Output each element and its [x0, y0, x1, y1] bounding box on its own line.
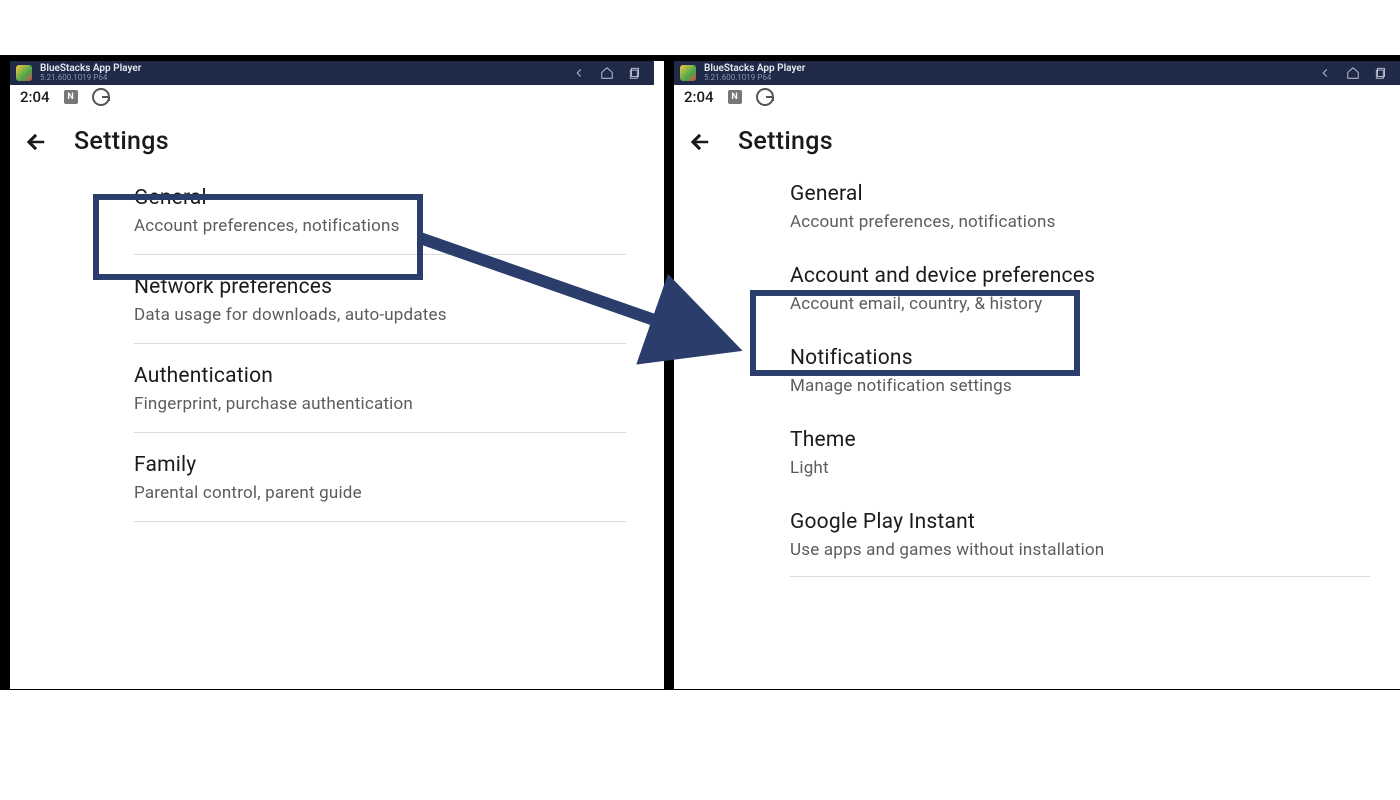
- recents-icon[interactable]: [1374, 66, 1388, 80]
- settings-item-notifications[interactable]: Notifications Manage notification settin…: [790, 330, 1370, 412]
- android-statusbar-left: 2:04 N: [10, 85, 654, 109]
- titlebar-icons: [1318, 66, 1388, 80]
- bottom-border: [0, 689, 1400, 690]
- item-title: Authentication: [134, 364, 626, 388]
- settings-list-left: General Account preferences, notificatio…: [10, 166, 654, 522]
- back-nav-icon[interactable]: [572, 66, 586, 80]
- notification-icon: N: [64, 90, 78, 104]
- titlebar-text: BlueStacks App Player 5.21.600.1019 P64: [40, 64, 141, 82]
- item-title: Google Play Instant: [790, 510, 1370, 534]
- item-subtitle: Parental control, parent guide: [134, 483, 626, 503]
- notification-icon: N: [728, 90, 742, 104]
- settings-item-google-play-instant[interactable]: Google Play Instant Use apps and games w…: [790, 494, 1370, 577]
- right-pane: BlueStacks App Player 5.21.600.1019 P64 …: [664, 61, 1400, 689]
- item-subtitle: Use apps and games without installation: [790, 540, 1370, 560]
- item-subtitle: Account preferences, notifications: [790, 212, 1370, 232]
- item-subtitle: Fingerprint, purchase authentication: [134, 394, 626, 414]
- back-arrow-icon[interactable]: [24, 130, 48, 154]
- item-title: Theme: [790, 428, 1370, 452]
- settings-list-right: General Account preferences, notificatio…: [674, 166, 1400, 577]
- settings-header-left: Settings: [10, 109, 654, 166]
- home-icon[interactable]: [1346, 66, 1360, 80]
- item-title: Account and device preferences: [790, 264, 1370, 288]
- titlebar-icons: [572, 66, 642, 80]
- item-title: General: [790, 182, 1370, 206]
- app-version: 5.21.600.1019 P64: [704, 74, 805, 82]
- titlebar-right: BlueStacks App Player 5.21.600.1019 P64: [674, 61, 1400, 85]
- item-subtitle: Light: [790, 458, 1370, 478]
- google-icon: [92, 88, 110, 106]
- settings-item-family[interactable]: Family Parental control, parent guide: [134, 433, 626, 522]
- android-statusbar-right: 2:04 N: [674, 85, 1400, 109]
- settings-item-network[interactable]: Network preferences Data usage for downl…: [134, 255, 626, 344]
- settings-item-general[interactable]: General Account preferences, notificatio…: [134, 166, 626, 255]
- settings-item-theme[interactable]: Theme Light: [790, 412, 1370, 494]
- item-title: General: [134, 186, 626, 210]
- recents-icon[interactable]: [628, 66, 642, 80]
- item-subtitle: Manage notification settings: [790, 376, 1370, 396]
- page-title: Settings: [74, 127, 169, 156]
- settings-header-right: Settings: [674, 109, 1400, 166]
- item-title: Family: [134, 453, 626, 477]
- item-title: Network preferences: [134, 275, 626, 299]
- settings-item-authentication[interactable]: Authentication Fingerprint, purchase aut…: [134, 344, 626, 433]
- clock: 2:04: [20, 88, 50, 106]
- bluestacks-logo-icon: [680, 65, 696, 81]
- titlebar-text: BlueStacks App Player 5.21.600.1019 P64: [704, 64, 805, 82]
- clock: 2:04: [684, 88, 714, 106]
- pane-divider: [654, 61, 664, 689]
- item-title: Notifications: [790, 346, 1370, 370]
- back-nav-icon[interactable]: [1318, 66, 1332, 80]
- item-subtitle: Account preferences, notifications: [134, 216, 626, 236]
- back-arrow-icon[interactable]: [688, 130, 712, 154]
- titlebar-left: BlueStacks App Player 5.21.600.1019 P64: [10, 61, 654, 85]
- page-title: Settings: [738, 127, 833, 156]
- item-subtitle: Data usage for downloads, auto-updates: [134, 305, 626, 325]
- home-icon[interactable]: [600, 66, 614, 80]
- bluestacks-logo-icon: [16, 65, 32, 81]
- settings-item-general[interactable]: General Account preferences, notificatio…: [790, 166, 1370, 248]
- left-pane: BlueStacks App Player 5.21.600.1019 P64 …: [0, 61, 654, 689]
- app-version: 5.21.600.1019 P64: [40, 74, 141, 82]
- settings-item-account-device[interactable]: Account and device preferences Account e…: [790, 248, 1370, 330]
- item-subtitle: Account email, country, & history: [790, 294, 1370, 314]
- google-icon: [756, 88, 774, 106]
